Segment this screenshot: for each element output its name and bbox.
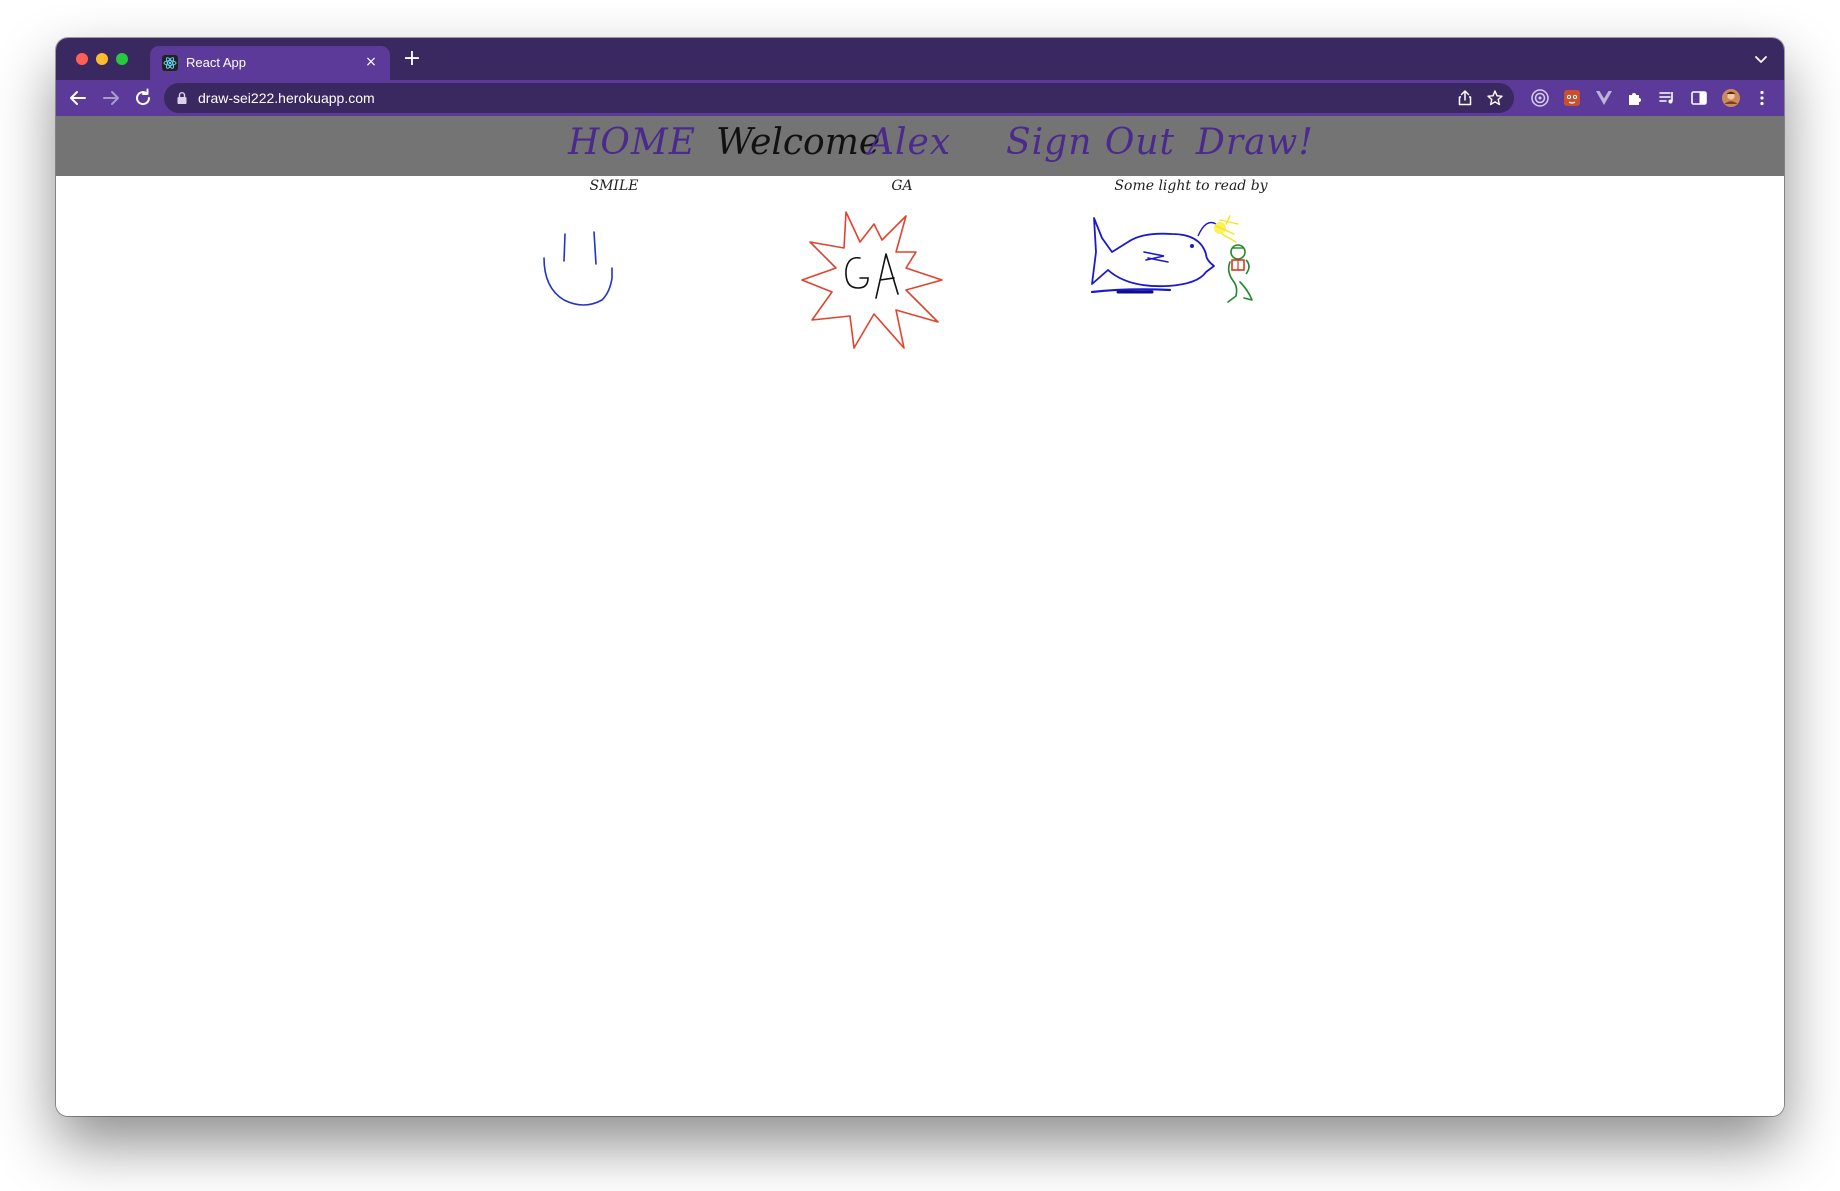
site-nav-bar: HOME Welcome Alex Sign Out Draw! [56,116,1784,176]
new-tab-button[interactable]: + [400,48,424,72]
tab-strip: React App × + [56,38,1784,80]
anglerfish-drawing[interactable] [1088,208,1288,328]
drawing-title: Some light to read by [1114,178,1268,194]
address-bar[interactable]: draw-sei222.herokuapp.com [164,83,1514,113]
minimize-window-button[interactable] [96,53,108,65]
sign-out-link[interactable]: Sign Out [1006,122,1175,163]
browser-tab-active[interactable]: React App × [150,46,390,80]
fox-extension-icon[interactable] [1562,88,1582,108]
bookmark-star-icon[interactable] [1486,89,1504,107]
zoom-window-button[interactable] [116,53,128,65]
close-window-button[interactable] [76,53,88,65]
react-logo-icon [162,55,178,71]
extensions-puzzle-icon[interactable] [1625,88,1645,108]
tab-search-chevron-icon[interactable] [1752,50,1770,68]
lock-icon[interactable] [176,91,188,105]
media-queue-icon[interactable] [1657,88,1677,108]
tab-title: React App [186,55,246,70]
drawing-title: SMILE [589,178,639,194]
browser-toolbar: draw-sei222.herokuapp.com [56,80,1784,116]
share-icon[interactable] [1456,89,1474,107]
screen: React App × + draw-sei222.herokuapp.com … [0,0,1840,1191]
web-page: HOME Welcome Alex Sign Out Draw! SMILE G… [56,116,1784,1116]
user-name-link[interactable]: Alex [868,122,951,163]
vue-devtools-icon[interactable] [1594,88,1614,108]
welcome-text: Welcome [716,122,881,163]
reload-icon[interactable] [131,86,155,110]
target-extension-icon[interactable] [1530,88,1550,108]
tab-close-icon[interactable]: × [362,53,380,71]
drawing-title: GA [891,178,913,194]
back-arrow-icon[interactable] [66,86,90,110]
draw-link[interactable]: Draw! [1196,122,1314,163]
forward-arrow-icon[interactable] [99,86,123,110]
side-panel-icon[interactable] [1689,88,1709,108]
starburst-ga-drawing[interactable] [798,202,998,362]
smiley-drawing[interactable] [534,208,694,308]
url-text[interactable]: draw-sei222.herokuapp.com [198,90,375,106]
kebab-menu-icon[interactable] [1752,88,1772,108]
browser-window: React App × + draw-sei222.herokuapp.com … [56,38,1784,1116]
home-link[interactable]: HOME [568,122,696,163]
profile-avatar-icon[interactable] [1721,88,1741,108]
